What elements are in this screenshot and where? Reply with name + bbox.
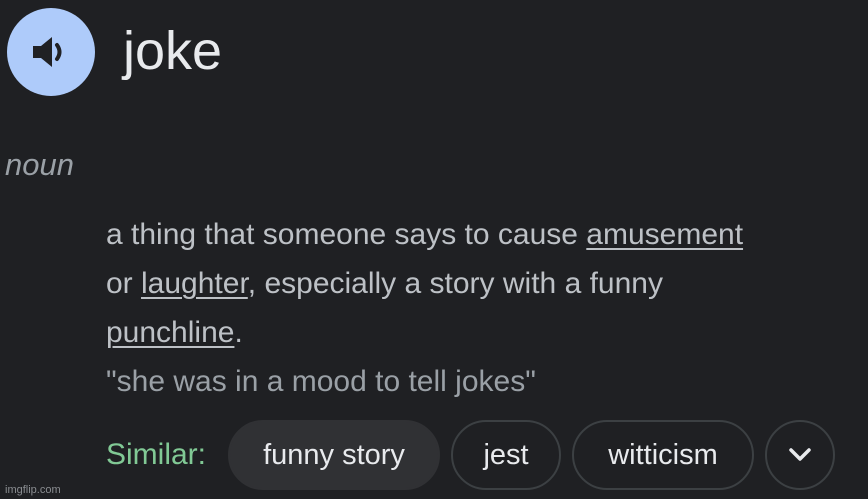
similar-chip-witticism[interactable]: witticism [572, 420, 755, 490]
similar-chip-jest[interactable]: jest [451, 420, 562, 490]
pronounce-button[interactable] [7, 8, 95, 96]
definition-text-segment: a thing that someone says to cause [106, 218, 587, 251]
dictionary-card: joke noun a thing that someone says to c… [0, 0, 868, 499]
example-sentence: "she was in a mood to tell jokes" [106, 365, 536, 398]
chevron-down-icon [789, 448, 811, 461]
link-amusement[interactable]: amusement [586, 218, 743, 251]
similar-chip-funny-story[interactable]: funny story [228, 420, 441, 490]
watermark: imgflip.com [5, 484, 61, 496]
link-laughter[interactable]: laughter [141, 267, 248, 300]
expand-similar-button[interactable] [765, 420, 836, 490]
definition-text-segment: or [106, 267, 142, 300]
definition-text-segment: , especially a story with a funny [247, 267, 663, 300]
definition-line-3: punchline. [106, 308, 866, 357]
part-of-speech: noun [5, 147, 74, 182]
headword: joke [123, 21, 223, 81]
similar-words-row: Similar: funny story jest witticism [106, 420, 836, 490]
link-punchline[interactable]: punchline [106, 316, 234, 349]
definition-line-2: or laughter, especially a story with a f… [106, 259, 866, 308]
speaker-icon [33, 37, 62, 67]
definition-line-1: a thing that someone says to cause amuse… [106, 210, 866, 259]
similar-label: Similar: [106, 438, 207, 471]
definition-text-segment: . [234, 316, 243, 349]
definition-text: a thing that someone says to cause amuse… [106, 210, 866, 357]
